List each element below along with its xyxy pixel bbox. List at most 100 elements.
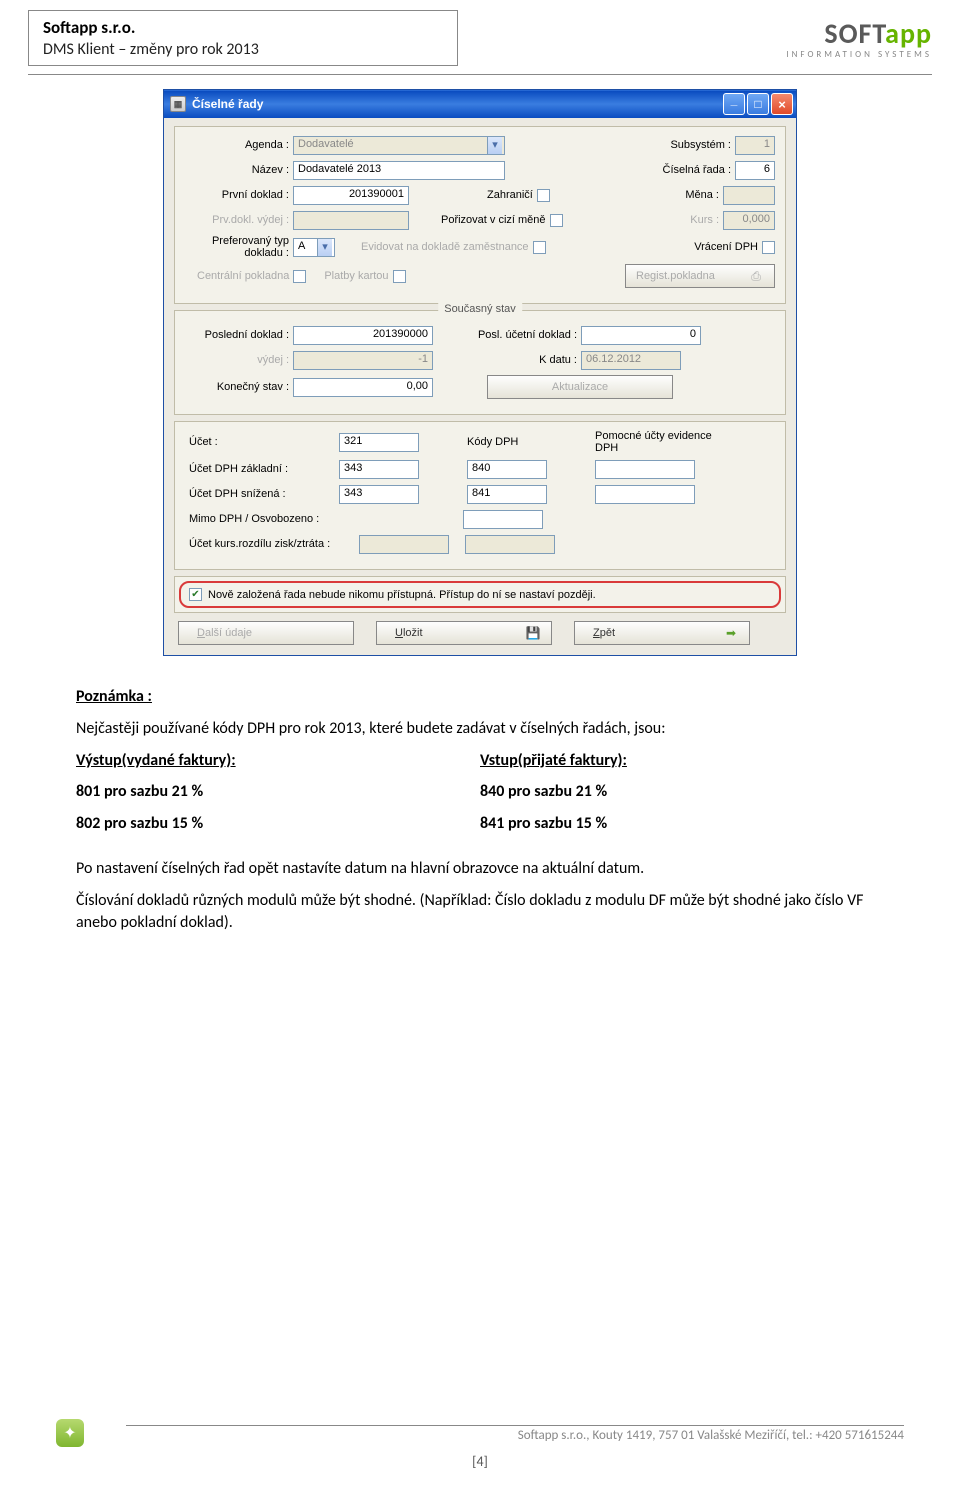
dialog-title: Číselné řady <box>192 97 263 111</box>
panel-top: Agenda : Dodavatelé Subsystém : 1 Název … <box>174 126 786 304</box>
lbl-agenda: Agenda : <box>185 139 289 151</box>
page-number: [4] <box>56 1453 904 1470</box>
c1l1: 801 pro sazbu 21 % <box>76 781 480 803</box>
field-kod-zakl[interactable]: 840 <box>467 460 547 479</box>
doc-footer: ✦ Softapp s.r.o., Kouty 1419, 757 01 Val… <box>0 1415 960 1470</box>
panel-highlight: ✔ Nově založená řada nebude nikomu příst… <box>174 576 786 613</box>
lbl-dph-zakl: Účet DPH základní : <box>185 463 335 475</box>
lbl-posl-uc-doklad: Posl. účetní doklad : <box>457 329 577 341</box>
c2l2: 841 pro sazbu 15 % <box>480 813 884 835</box>
maximize-button[interactable]: □ <box>747 93 769 115</box>
legend-soucasny: Současný stav <box>438 303 522 315</box>
field-kurs: 0,000 <box>723 211 775 230</box>
col2-head: Vstup(přijaté faktury): <box>480 750 884 772</box>
lbl-mimo-dph: Mimo DPH / Osvobozeno : <box>185 513 335 525</box>
plus-icon <box>327 625 343 641</box>
field-kurs-zisk <box>359 535 449 554</box>
btn-regist-pokladna: Regist.pokladna ⎙ <box>625 264 775 288</box>
panel-ucty: Účet : 321 Kódy DPH Pomocné účty evidenc… <box>174 421 786 570</box>
field-subsystem[interactable]: 1 <box>735 136 775 155</box>
chk-vraceni-dph[interactable] <box>762 241 775 254</box>
lbl-k-datu: K datu : <box>457 354 577 366</box>
field-kod-mimo[interactable] <box>463 510 543 529</box>
buttonbar: Další údaje Uložit 💾 Zpět ➡ <box>174 621 786 645</box>
field-dph-sniz[interactable]: 343 <box>339 485 419 504</box>
lbl-mena: Měna : <box>669 189 719 201</box>
chk-zahranici[interactable] <box>537 189 550 202</box>
chk-cizi-mena[interactable] <box>550 214 563 227</box>
lbl-prvni-doklad: První doklad : <box>185 189 289 201</box>
field-prv-vydej <box>293 211 409 230</box>
field-pref-typ[interactable]: A <box>293 238 335 257</box>
field-pom-sniz[interactable] <box>595 485 695 504</box>
lbl-pref-typ: Preferovaný typ dokladu : <box>185 235 289 259</box>
field-mena[interactable] <box>723 186 775 205</box>
lbl-evid-zam: Evidovat na dokladě zaměstnance <box>361 241 529 253</box>
chk-evid-zam <box>533 241 546 254</box>
lbl-centr-pokl: Centrální pokladna <box>197 270 289 282</box>
lbl-subsystem: Subsystém : <box>645 139 731 151</box>
btn-ulozit[interactable]: Uložit 💾 <box>376 621 552 645</box>
header-rule <box>28 74 932 75</box>
logo-text-b: app <box>885 16 932 51</box>
lbl-prv-vydej: Prv.dokl. výdej : <box>185 214 289 226</box>
logo-text-a: SOFT <box>824 16 885 51</box>
lbl-zahranici: Zahraničí <box>487 189 533 201</box>
chk-nove-zalozena[interactable]: ✔ <box>189 588 202 601</box>
highlight-text: Nově založená řada nebude nikomu přístup… <box>208 589 596 601</box>
lbl-nazev: Název : <box>185 164 289 176</box>
btn-zpet[interactable]: Zpět ➡ <box>574 621 750 645</box>
lbl-konecny-stav: Konečný stav : <box>185 381 289 393</box>
field-nazev[interactable]: Dodavatelé 2013 <box>293 161 505 180</box>
lbl-vraceni-dph: Vrácení DPH <box>694 241 758 253</box>
field-ucet[interactable]: 321 <box>339 433 419 452</box>
lbl-platby-kart: Platby kartou <box>324 270 388 282</box>
btn-dalsi-udaje: Další údaje <box>178 621 354 645</box>
field-posl-uc-doklad[interactable]: 0 <box>581 326 701 345</box>
lbl-cisrada: Číselná řada : <box>645 164 731 176</box>
doc-body: Poznámka : Nejčastěji používané kódy DPH… <box>0 656 960 933</box>
lbl-ucet: Účet : <box>185 436 335 448</box>
close-button[interactable]: × <box>771 93 793 115</box>
lbl-cizi-mena: Pořizovat v cizí měně <box>441 214 546 226</box>
lbl-kurs: Kurs : <box>669 214 719 226</box>
para1: Po nastavení číselných řad opět nastavít… <box>76 858 884 880</box>
field-prvni-doklad[interactable]: 201390001 <box>293 186 409 205</box>
chk-platby-kart <box>393 270 406 283</box>
lbl-kurs-rozdil: Účet kurs.rozdílu zisk/ztráta : <box>185 538 355 550</box>
logo: SOFTapp INFORMATION SYSTEMS <box>786 10 932 60</box>
logo-subtext: INFORMATION SYSTEMS <box>786 49 932 60</box>
lbl-vydej: výdej : <box>185 354 289 366</box>
highlight-box: ✔ Nově založená řada nebude nikomu příst… <box>179 581 781 608</box>
c2l1: 840 pro sazbu 21 % <box>480 781 884 803</box>
field-k-datu[interactable]: 06.12.2012 <box>581 351 681 370</box>
field-vydej: -1 <box>293 351 433 370</box>
field-kurs-ztrata <box>465 535 555 554</box>
lbl-kody-dph: Kódy DPH <box>467 436 577 448</box>
doc-header: Softapp s.r.o. DMS Klient – změny pro ro… <box>0 0 960 70</box>
btn-aktualizace: Aktualizace <box>487 375 673 399</box>
printer-icon: ⎙ <box>748 268 764 284</box>
field-pom-zakl[interactable] <box>595 460 695 479</box>
chk-centr-pokl <box>293 270 306 283</box>
col1-head: Výstup(vydané faktury): <box>76 750 480 772</box>
doc-subtitle: DMS Klient – změny pro rok 2013 <box>43 40 443 59</box>
doc-title-box: Softapp s.r.o. DMS Klient – změny pro ro… <box>28 10 458 66</box>
app-icon: ▦ <box>170 96 186 112</box>
field-dph-zakl[interactable]: 343 <box>339 460 419 479</box>
minimize-button[interactable]: _ <box>723 93 745 115</box>
save-icon: 💾 <box>525 625 541 641</box>
field-konecny-stav[interactable]: 0,00 <box>293 378 433 397</box>
c1l2: 802 pro sazbu 15 % <box>76 813 480 835</box>
dialog-window: ▦ Číselné řady _ □ × Agenda : Dodavatelé… <box>163 89 797 656</box>
field-cisrada[interactable]: 6 <box>735 161 775 180</box>
field-agenda[interactable]: Dodavatelé <box>293 136 505 155</box>
titlebar[interactable]: ▦ Číselné řady _ □ × <box>164 90 796 118</box>
footer-icon: ✦ <box>56 1419 84 1447</box>
lbl-posl-doklad: Poslední doklad : <box>185 329 289 341</box>
field-posl-doklad[interactable]: 201390000 <box>293 326 433 345</box>
back-icon: ➡ <box>723 625 739 641</box>
company-name: Softapp s.r.o. <box>43 17 443 38</box>
lbl-pom-ucty: Pomocné účty evidence DPH <box>595 430 715 454</box>
field-kod-sniz[interactable]: 841 <box>467 485 547 504</box>
